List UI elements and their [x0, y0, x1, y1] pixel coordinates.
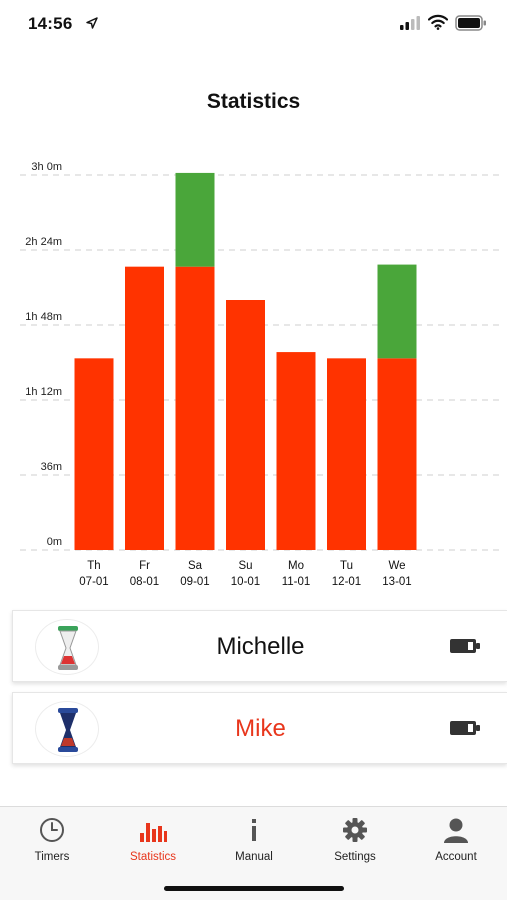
- wifi-icon: [428, 14, 448, 30]
- bar: [377, 264, 417, 359]
- user-card-mike[interactable]: Mike: [12, 692, 507, 764]
- home-indicator: [164, 886, 344, 891]
- x-tick-date-label: 13-01: [382, 576, 411, 588]
- tab-label: Timers: [34, 851, 70, 863]
- user-name: Michelle: [216, 633, 305, 660]
- status-time: 14:56: [28, 14, 73, 33]
- user-name: Mike: [235, 715, 286, 742]
- battery-icon: [450, 721, 480, 735]
- bar: [377, 358, 417, 550]
- cellular-signal-icon: [400, 16, 420, 30]
- y-tick-label: 0m: [47, 536, 62, 548]
- bar: [74, 358, 114, 550]
- tab-label: Statistics: [129, 851, 176, 863]
- y-tick-label: 1h 48m: [25, 311, 62, 323]
- user-card-michelle[interactable]: Michelle: [12, 610, 507, 682]
- y-tick-label: 36m: [41, 461, 62, 473]
- y-tick-label: 3h 0m: [31, 161, 62, 173]
- tab-account[interactable]: Account: [406, 817, 506, 863]
- x-tick-date-label: 07-01: [79, 576, 108, 588]
- bar-chart: 0m 36m 1h 12m 1h 48m 2h 24m 3h 0m Th 07-01 Fr 08-…: [20, 161, 500, 588]
- battery-icon: [455, 15, 486, 31]
- tab-manual[interactable]: Manual: [204, 817, 304, 863]
- person-icon: [444, 818, 468, 843]
- clock-icon: [40, 818, 64, 842]
- x-tick-date-label: 10-01: [231, 576, 260, 588]
- x-tick-label: Fr: [139, 560, 150, 572]
- page-title: Statistics: [206, 90, 301, 113]
- x-tick-label: Mo: [288, 560, 304, 572]
- tab-label: Manual: [235, 851, 273, 863]
- tab-settings[interactable]: Settings: [305, 817, 405, 863]
- tab-label: Settings: [334, 851, 376, 863]
- tab-timers[interactable]: Timers: [2, 817, 102, 863]
- bar: [125, 266, 164, 550]
- x-tick-label: Su: [238, 560, 252, 572]
- bar: [226, 300, 265, 550]
- bar: [276, 352, 316, 550]
- x-tick-date-label: 11-01: [282, 576, 311, 588]
- location-arrow-icon: [86, 17, 98, 29]
- bar: [175, 172, 215, 267]
- bar: [175, 266, 215, 550]
- x-tick-label: Th: [87, 560, 100, 572]
- y-tick-label: 2h 24m: [25, 236, 62, 248]
- x-tick-date-label: 09-01: [180, 576, 209, 588]
- bar: [327, 358, 366, 550]
- x-tick-label: We: [388, 560, 405, 572]
- gear-icon: [343, 818, 367, 842]
- info-icon: [252, 819, 256, 841]
- x-tick-label: Tu: [340, 560, 353, 572]
- battery-icon: [450, 639, 480, 653]
- tab-statistics[interactable]: Statistics: [103, 817, 203, 863]
- bar-chart-icon: [140, 823, 167, 842]
- x-tick-label: Sa: [188, 560, 203, 572]
- y-tick-label: 1h 12m: [25, 386, 62, 398]
- statistics-chart: 0m 36m 1h 12m 1h 48m 2h 24m 3h 0m Th 07-01 Fr 08-…: [0, 160, 507, 600]
- tab-label: Account: [435, 851, 477, 863]
- x-tick-date-label: 12-01: [332, 576, 361, 588]
- status-bar: 14:56: [0, 0, 507, 48]
- x-tick-date-label: 08-01: [130, 576, 159, 588]
